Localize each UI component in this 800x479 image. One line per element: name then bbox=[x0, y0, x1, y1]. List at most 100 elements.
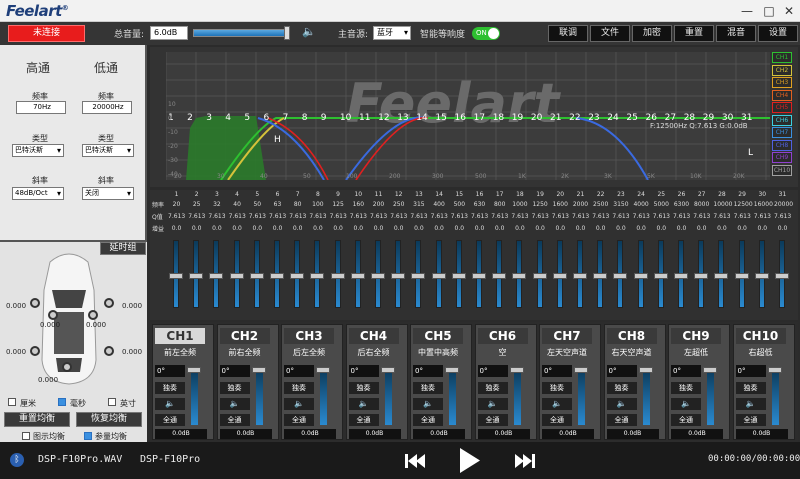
band-marker[interactable]: 21 bbox=[550, 113, 561, 123]
band-fader-handle[interactable] bbox=[189, 273, 204, 279]
speaker-fl-icon[interactable] bbox=[30, 298, 40, 308]
band-q-value[interactable]: 7.613 bbox=[168, 213, 185, 220]
band-gain-value[interactable]: 0.0 bbox=[410, 225, 427, 232]
band-freq-value[interactable]: 100 bbox=[309, 201, 326, 208]
band-q-value[interactable]: 7.613 bbox=[229, 213, 246, 220]
channel-name[interactable]: CH2 bbox=[219, 328, 270, 344]
band-q-value[interactable]: 7.613 bbox=[552, 213, 569, 220]
band-fader-handle[interactable] bbox=[775, 273, 789, 279]
channel-name[interactable]: CH9 bbox=[671, 328, 721, 344]
band-freq-value[interactable]: 63 bbox=[269, 201, 286, 208]
band-freq-value[interactable]: 400 bbox=[431, 201, 448, 208]
band-gain-value[interactable]: 0.0 bbox=[734, 225, 751, 232]
delay-rl-value[interactable]: 0.000 bbox=[6, 348, 26, 356]
band-freq-value[interactable]: 32 bbox=[208, 201, 225, 208]
band-gain-value[interactable]: 0.0 bbox=[330, 225, 347, 232]
band-gain-value[interactable]: 0.0 bbox=[774, 225, 791, 232]
allpass-button[interactable]: 全通 bbox=[606, 414, 637, 426]
band-gain-value[interactable]: 0.0 bbox=[350, 225, 367, 232]
channel-volume-fader[interactable] bbox=[771, 369, 779, 425]
band-q-value[interactable]: 7.613 bbox=[451, 213, 468, 220]
band-q-value[interactable]: 7.613 bbox=[592, 213, 609, 220]
unit-inch-checkbox[interactable] bbox=[108, 398, 116, 406]
delay-group-button[interactable]: 延时组 bbox=[100, 242, 146, 255]
speaker-cl-icon[interactable] bbox=[48, 310, 58, 320]
speaker-icon[interactable]: 🔈 bbox=[302, 25, 316, 38]
band-marker[interactable]: 13 bbox=[397, 113, 408, 123]
band-fader-handle[interactable] bbox=[249, 273, 264, 279]
band-q-value[interactable]: 7.613 bbox=[269, 213, 286, 220]
legend-ch7[interactable]: CH7 bbox=[772, 127, 792, 138]
band-marker[interactable]: 9 bbox=[321, 113, 327, 123]
band-q-value[interactable]: 7.613 bbox=[188, 213, 205, 220]
unit-cm-checkbox[interactable] bbox=[8, 398, 16, 406]
band-marker[interactable]: 23 bbox=[588, 113, 599, 123]
band-fader-handle[interactable] bbox=[714, 273, 729, 279]
band-gain-value[interactable]: 0.0 bbox=[673, 225, 690, 232]
channel-name[interactable]: CH4 bbox=[348, 328, 399, 344]
solo-button[interactable]: 独奏 bbox=[155, 382, 185, 394]
solo-button[interactable]: 独奏 bbox=[348, 382, 379, 394]
band-fader-handle[interactable] bbox=[613, 273, 628, 279]
hp-freq-field[interactable]: 70Hz bbox=[16, 101, 66, 114]
channel-name[interactable]: CH8 bbox=[606, 328, 657, 344]
band-fader-handle[interactable] bbox=[674, 273, 688, 279]
volume-slider[interactable] bbox=[193, 29, 290, 37]
delay-cl-value[interactable]: 0.000 bbox=[40, 321, 60, 329]
channel-name[interactable]: CH5 bbox=[413, 328, 463, 344]
band-fader-handle[interactable] bbox=[633, 273, 648, 279]
hp-type-select[interactable]: 巴特沃斯 bbox=[12, 144, 64, 157]
channel-volume-fader[interactable] bbox=[642, 369, 650, 425]
band-gain-value[interactable]: 0.0 bbox=[229, 225, 246, 232]
band-fader-handle[interactable] bbox=[290, 273, 305, 279]
band-fader-handle[interactable] bbox=[532, 273, 547, 279]
mute-speaker-icon[interactable]: 🔈 bbox=[155, 398, 185, 410]
mute-speaker-icon[interactable]: 🔈 bbox=[348, 398, 379, 410]
solo-button[interactable]: 独奏 bbox=[413, 382, 443, 394]
band-freq-value[interactable]: 2000 bbox=[572, 201, 589, 208]
lp-slope-select[interactable]: 关闭 bbox=[82, 187, 134, 200]
previous-icon[interactable] bbox=[405, 454, 425, 468]
mute-speaker-icon[interactable]: 🔈 bbox=[606, 398, 637, 410]
solo-button[interactable]: 独奏 bbox=[219, 382, 250, 394]
band-q-value[interactable]: 7.613 bbox=[511, 213, 528, 220]
channel-fader-handle[interactable] bbox=[509, 367, 524, 373]
speaker-rr-icon[interactable] bbox=[104, 346, 114, 356]
band-freq-value[interactable]: 200 bbox=[370, 201, 387, 208]
band-gain-value[interactable]: 0.0 bbox=[633, 225, 650, 232]
band-freq-value[interactable]: 4000 bbox=[633, 201, 650, 208]
band-q-value[interactable]: 7.613 bbox=[410, 213, 427, 220]
bluetooth-icon[interactable]: ᛒ bbox=[10, 453, 24, 467]
band-fader-handle[interactable] bbox=[694, 273, 709, 279]
close-button[interactable]: ✕ bbox=[780, 2, 798, 20]
band-fader-handle[interactable] bbox=[754, 273, 769, 279]
channel-fader-handle[interactable] bbox=[445, 367, 459, 373]
band-gain-value[interactable]: 0.0 bbox=[754, 225, 771, 232]
band-fader-handle[interactable] bbox=[270, 273, 284, 279]
channel-name[interactable]: CH7 bbox=[542, 328, 592, 344]
band-fader-handle[interactable] bbox=[653, 273, 668, 279]
band-q-value[interactable]: 7.613 bbox=[289, 213, 306, 220]
legend-ch9[interactable]: CH9 bbox=[772, 152, 792, 163]
band-q-value[interactable]: 7.613 bbox=[370, 213, 387, 220]
band-gain-value[interactable]: 0.0 bbox=[208, 225, 225, 232]
unit-ms-checkbox[interactable] bbox=[58, 398, 66, 406]
hp-slope-select[interactable]: 48dB/Oct bbox=[12, 187, 64, 200]
param-eq-checkbox[interactable] bbox=[84, 432, 92, 440]
channel-name[interactable]: CH10 bbox=[735, 328, 786, 344]
speaker-cr-icon[interactable] bbox=[88, 310, 98, 320]
solo-button[interactable]: 独奏 bbox=[671, 382, 701, 394]
band-marker[interactable]: 12 bbox=[378, 113, 389, 123]
channel-volume-fader[interactable] bbox=[578, 369, 585, 425]
file-button[interactable]: 文件 bbox=[590, 25, 630, 42]
channel-name[interactable]: CH1 bbox=[155, 328, 205, 344]
legend-ch3[interactable]: CH3 bbox=[772, 77, 792, 88]
allpass-button[interactable]: 全通 bbox=[413, 414, 443, 426]
channel-fader-handle[interactable] bbox=[187, 367, 201, 373]
band-gain-value[interactable]: 0.0 bbox=[471, 225, 488, 232]
channel-fader-handle[interactable] bbox=[767, 367, 782, 373]
band-q-value[interactable]: 7.613 bbox=[208, 213, 225, 220]
phase-select[interactable]: 0° bbox=[606, 365, 637, 377]
phase-select[interactable]: 0° bbox=[155, 365, 185, 377]
band-fader-handle[interactable] bbox=[169, 273, 183, 279]
